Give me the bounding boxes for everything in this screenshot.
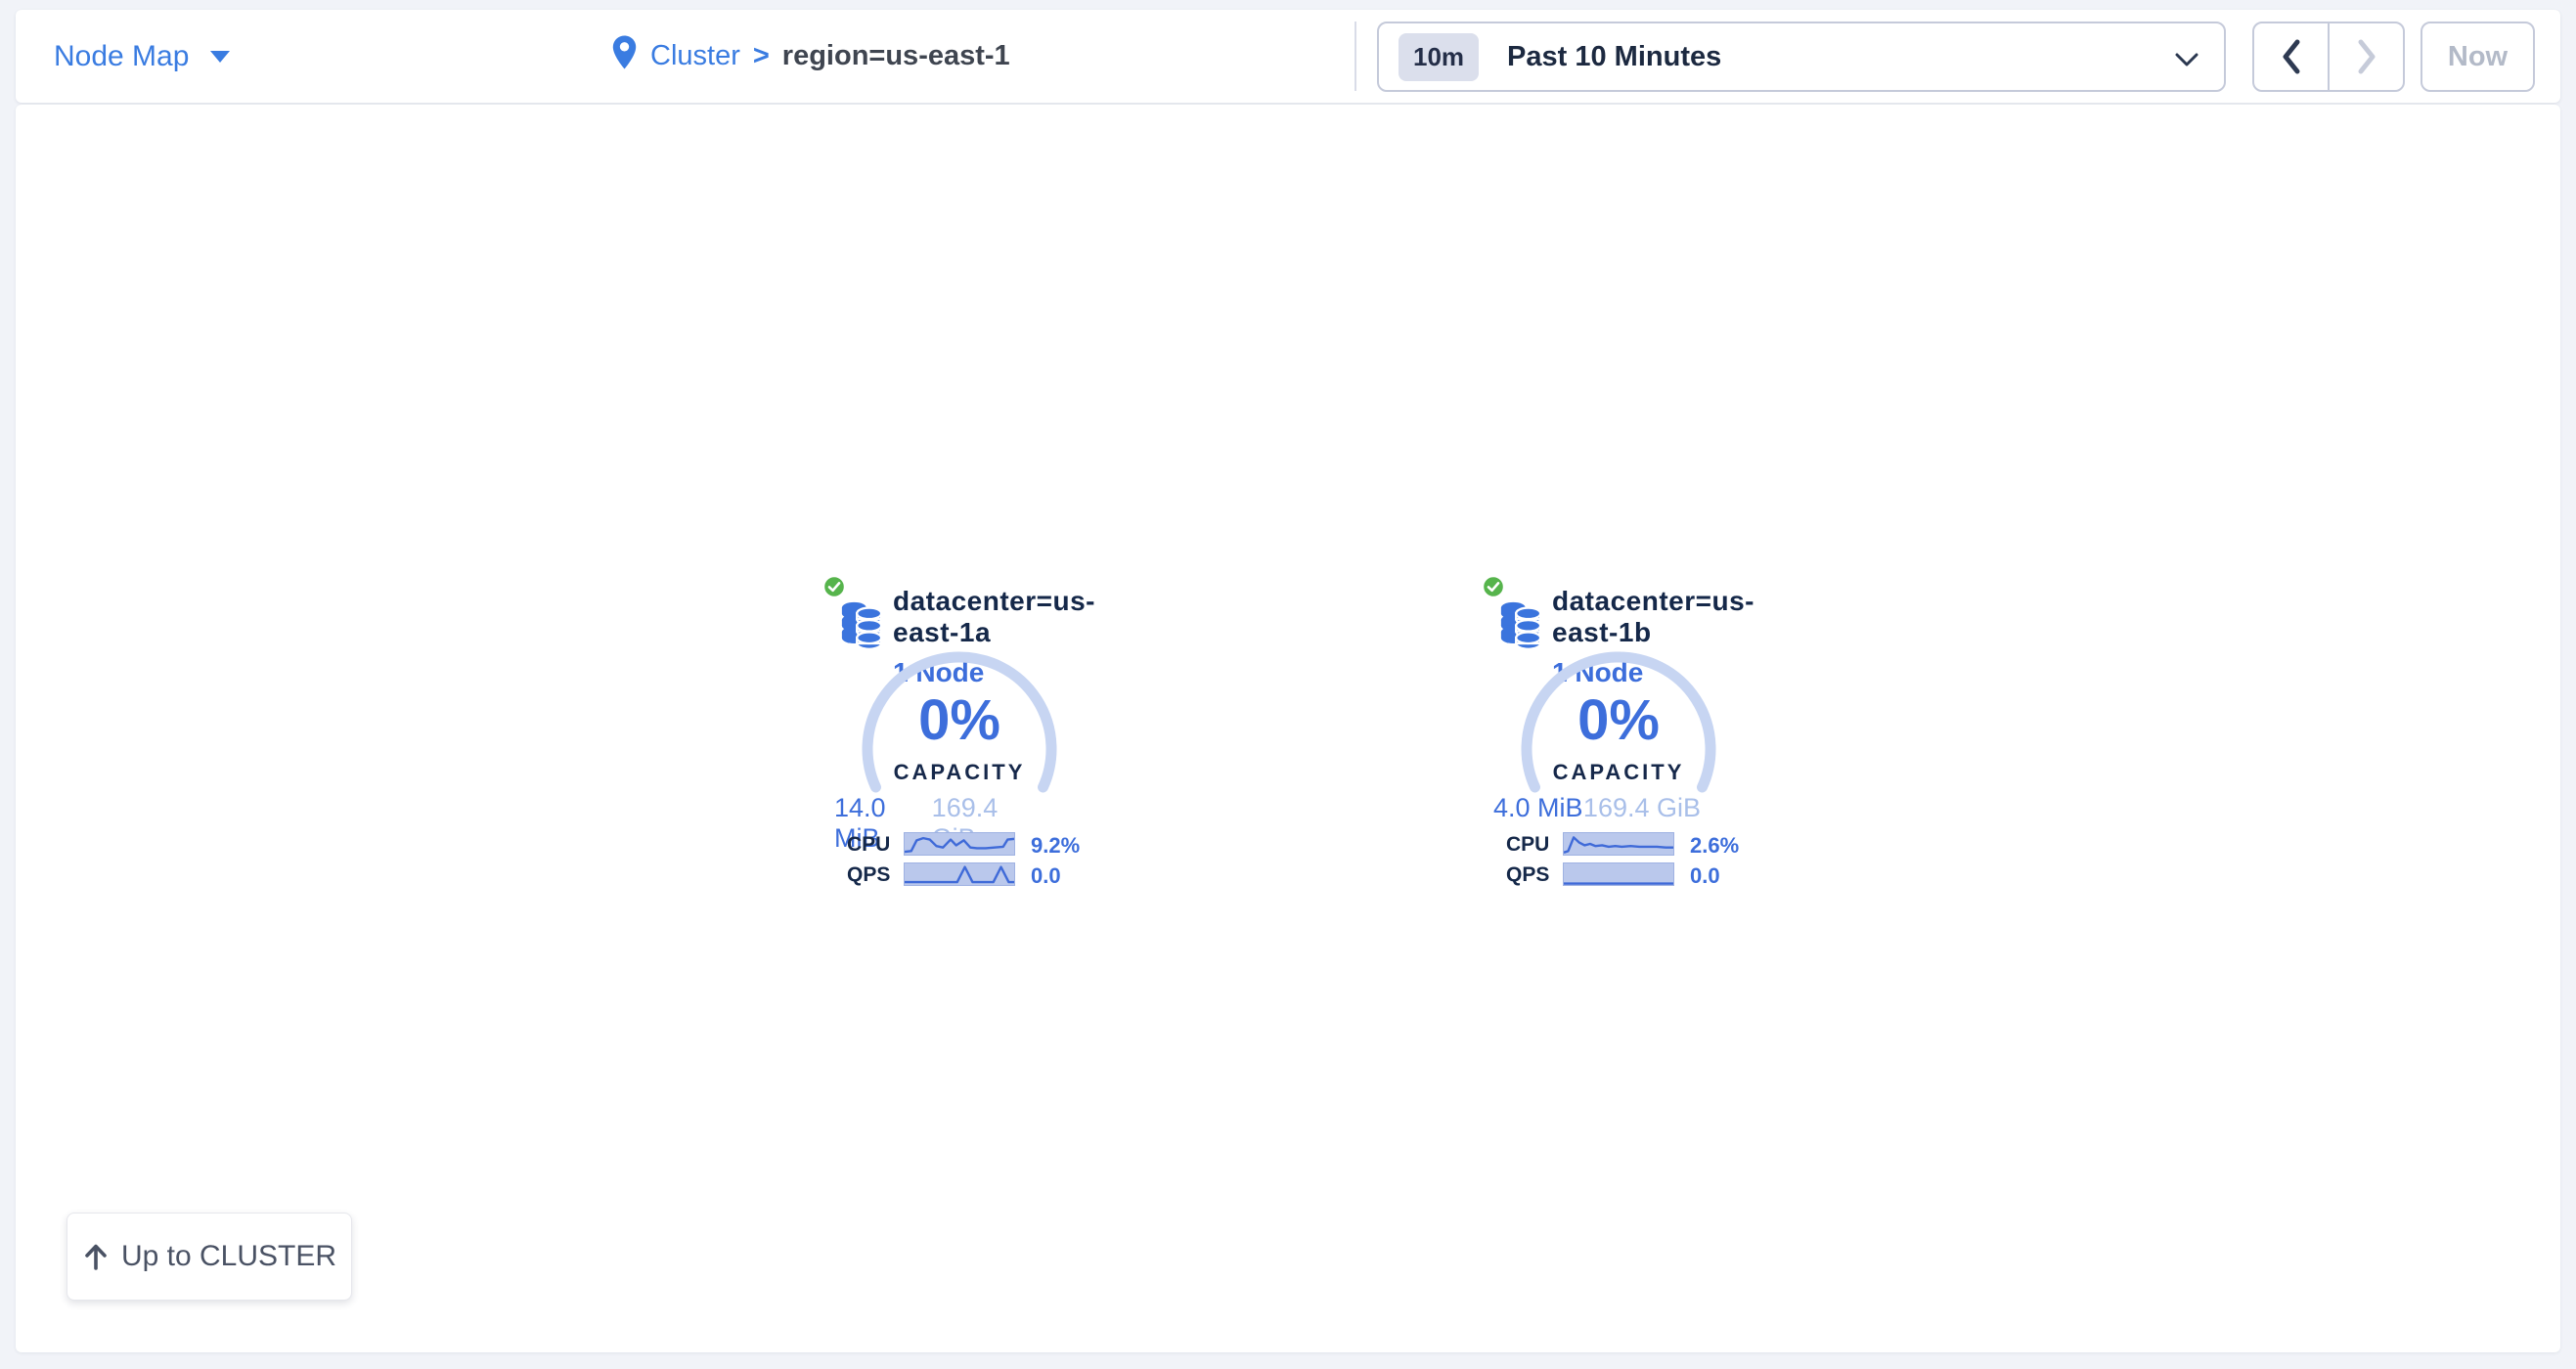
chevron-right-icon (2356, 39, 2377, 74)
datacenter-title: datacenter=us-east-1a (893, 586, 1125, 648)
breadcrumb-current: region=us-east-1 (782, 40, 1010, 72)
now-button[interactable]: Now (2421, 22, 2535, 92)
check-circle-icon (1481, 574, 1506, 604)
up-to-cluster-label: Up to CLUSTER (121, 1240, 336, 1273)
view-selector-dropdown[interactable]: Node Map (54, 10, 230, 103)
cpu-metric-row: CPU 2.6% (1490, 832, 1784, 858)
up-to-cluster-button[interactable]: Up to CLUSTER (67, 1213, 352, 1301)
cpu-value: 9.2% (1031, 833, 1080, 859)
qps-sparkline (1563, 862, 1674, 886)
cpu-sparkline (1563, 832, 1674, 856)
arrow-up-icon (82, 1242, 110, 1271)
capacity-used: 4.0 MiB (1493, 793, 1583, 823)
capacity-caption: CAPACITY (1490, 760, 1747, 785)
header-divider (1355, 22, 1356, 91)
qps-label: QPS (847, 863, 890, 887)
time-prev-button[interactable] (2254, 23, 2328, 90)
cpu-label: CPU (847, 833, 890, 857)
time-range-dropdown[interactable]: 10m Past 10 Minutes (1377, 22, 2226, 92)
location-pin-icon (611, 34, 638, 79)
datacenter-group-us-east-1b[interactable]: datacenter=us-east-1b 1 Node 0% CAPACITY… (1490, 572, 1784, 905)
capacity-percent: 0% (831, 687, 1088, 753)
datacenter-title: datacenter=us-east-1b (1552, 586, 1784, 648)
view-selector-label: Node Map (54, 40, 189, 73)
caret-down-icon (210, 51, 230, 63)
cpu-value: 2.6% (1690, 833, 1739, 859)
qps-sparkline (904, 862, 1015, 886)
breadcrumb-separator: > (753, 40, 770, 72)
time-range-badge: 10m (1399, 33, 1479, 81)
qps-value: 0.0 (1690, 863, 1720, 889)
cpu-sparkline (904, 832, 1015, 856)
chevron-down-icon (2175, 53, 2198, 71)
qps-metric-row: QPS 0.0 (831, 862, 1125, 888)
check-circle-icon (822, 574, 847, 604)
time-next-button[interactable] (2328, 23, 2403, 90)
now-button-label: Now (2448, 41, 2508, 73)
datacenter-group-us-east-1a[interactable]: datacenter=us-east-1a 1 Node 0% CAPACITY… (831, 572, 1125, 905)
capacity-total: 169.4 GiB (1583, 793, 1701, 823)
cpu-label: CPU (1506, 833, 1549, 857)
capacity-caption: CAPACITY (831, 760, 1088, 785)
capacity-percent: 0% (1490, 687, 1747, 753)
header-bar: Node Map Cluster > region=us-east-1 10m … (16, 10, 2560, 103)
breadcrumb-cluster-link[interactable]: Cluster (650, 40, 740, 72)
capacity-usage-row: 4.0 MiB 169.4 GiB (1493, 793, 1701, 823)
time-step-buttons (2252, 22, 2405, 92)
qps-value: 0.0 (1031, 863, 1061, 889)
time-range-label: Past 10 Minutes (1507, 41, 1721, 73)
qps-metric-row: QPS 0.0 (1490, 862, 1784, 888)
qps-label: QPS (1506, 863, 1549, 887)
breadcrumb: Cluster > region=us-east-1 (611, 10, 1010, 103)
node-map-canvas: datacenter=us-east-1a 1 Node 0% CAPACITY… (16, 105, 2560, 1352)
cpu-metric-row: CPU 9.2% (831, 832, 1125, 858)
chevron-left-icon (2281, 39, 2302, 74)
